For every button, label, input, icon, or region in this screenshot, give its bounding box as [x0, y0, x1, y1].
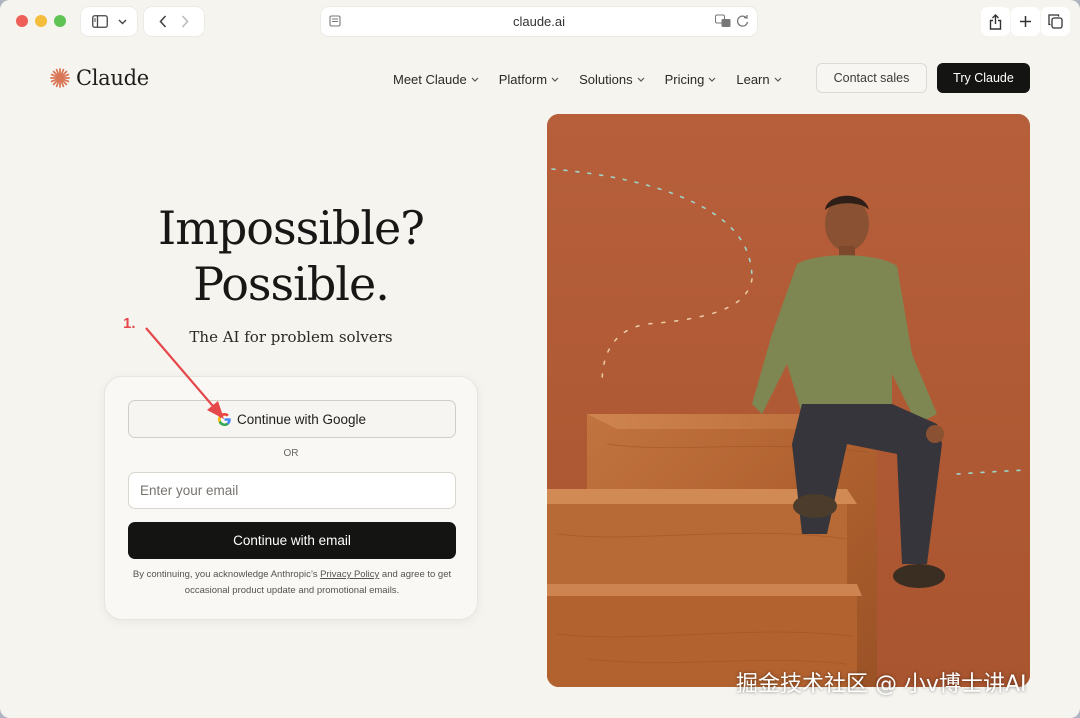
claude-logo[interactable]: Claude	[50, 66, 149, 90]
continue-with-email-button[interactable]: Continue with email	[128, 522, 456, 559]
watermark-text: 掘金技术社区 @ 小v博士讲AI	[736, 672, 1027, 697]
chevron-down-icon	[551, 77, 559, 82]
zoom-window-button[interactable]	[54, 15, 66, 27]
google-button-label: Continue with Google	[236, 411, 367, 427]
translate-icon[interactable]	[715, 14, 731, 28]
nav-item-pricing[interactable]: Pricing	[665, 72, 717, 87]
hero-title: Impossible? Possible.	[104, 200, 478, 312]
privacy-policy-link[interactable]: Privacy Policy	[320, 569, 379, 580]
legal-text: By continuing, you acknowledge Anthropic…	[125, 567, 459, 599]
main-nav: Meet Claude Platform Solutions Pricing L…	[393, 70, 802, 88]
plus-icon	[1020, 16, 1031, 27]
nav-item-solutions[interactable]: Solutions	[579, 71, 645, 87]
sidebar-icon	[91, 15, 108, 28]
legal-text-pre: By continuing, you acknowledge Anthropic…	[132, 569, 321, 580]
reload-icon[interactable]	[736, 14, 749, 28]
hero-title-line2: Possible.	[193, 257, 390, 311]
minimize-window-button[interactable]	[35, 15, 47, 27]
chevron-down-icon	[708, 77, 716, 82]
browser-toolbar: claude.ai	[0, 0, 1080, 44]
browser-window: claude.ai Claude Meet Claude Platform So…	[0, 0, 1080, 718]
nav-item-label: Learn	[736, 71, 770, 87]
new-tab-button[interactable]	[1011, 7, 1040, 36]
nav-item-label: Platform	[498, 71, 548, 87]
nav-item-label: Solutions	[579, 71, 633, 87]
nav-item-meet-claude[interactable]: Meet Claude	[393, 72, 479, 87]
address-bar[interactable]: claude.ai	[321, 7, 757, 36]
close-window-button[interactable]	[16, 15, 28, 27]
sidebar-toggle-button[interactable]	[81, 7, 137, 36]
forward-arrow-icon[interactable]	[181, 15, 189, 28]
share-button[interactable]	[981, 7, 1010, 36]
history-nav	[144, 7, 204, 36]
chevron-down-icon	[471, 77, 479, 82]
nav-item-label: Meet Claude	[393, 71, 467, 87]
hero-photo-illustration	[547, 114, 1030, 687]
hero-image	[547, 114, 1030, 687]
nav-item-platform[interactable]: Platform	[499, 72, 559, 87]
tab-overview-button[interactable]	[1041, 7, 1070, 36]
try-claude-button[interactable]: Try Claude	[937, 63, 1030, 93]
hero-title-line1: Impossible?	[158, 201, 425, 255]
chevron-down-icon	[637, 77, 645, 82]
chevron-down-icon	[774, 77, 782, 82]
back-arrow-icon[interactable]	[159, 15, 167, 28]
claude-spark-icon	[50, 68, 70, 88]
page-settings-icon[interactable]	[329, 15, 341, 27]
contact-sales-button[interactable]: Contact sales	[816, 63, 927, 93]
chevron-down-icon	[118, 19, 126, 24]
nav-item-label: Pricing	[664, 71, 705, 87]
tabs-icon	[1048, 14, 1063, 29]
nav-item-learn[interactable]: Learn	[736, 71, 782, 87]
logo-text: Claude	[76, 66, 149, 90]
or-divider: OR	[283, 448, 299, 459]
share-icon	[989, 13, 1002, 30]
annotation-step-label: 1.	[123, 315, 136, 332]
annotation-arrow-icon	[145, 327, 224, 419]
url-text: claude.ai	[512, 14, 566, 29]
email-field[interactable]	[128, 472, 456, 509]
